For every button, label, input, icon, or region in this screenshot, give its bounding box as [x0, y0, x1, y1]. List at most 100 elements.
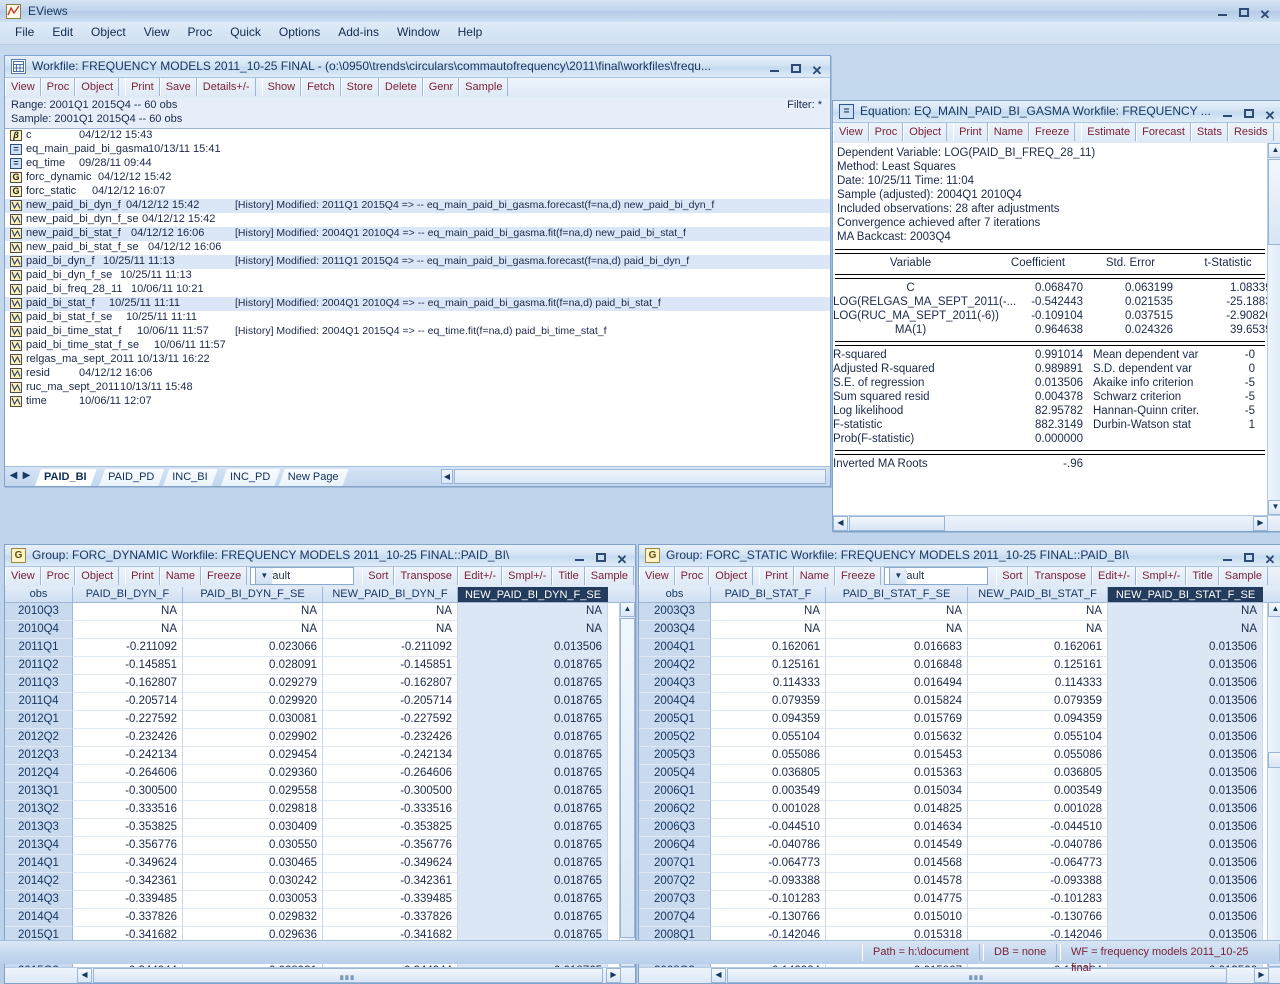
chevron-down-icon[interactable]: ▼: [255, 568, 273, 584]
group-dynamic-obs-cell[interactable]: 2014Q4: [5, 909, 73, 927]
group-static-value-cell[interactable]: 0.001028: [968, 801, 1108, 819]
workfile-page-tabs[interactable]: ◀ ▶ PAID_BI PAID_PD INC_BI INC_PD New Page ◀: [5, 466, 830, 486]
table-row[interactable]: 2012Q3 -0.242134 0.029454 -0.242134 0.018765: [5, 747, 635, 765]
table-row[interactable]: 2004Q3 0.114333 0.016494 0.114333 0.013506: [639, 675, 1280, 693]
workfile-object-row[interactable]: = eq_main_paid_bi_gasma 10/13/11 15:41: [5, 143, 830, 157]
table-row[interactable]: 2012Q4 -0.264606 0.029360 -0.264606 0.018765: [5, 765, 635, 783]
group-static-value-cell[interactable]: 0.015632: [826, 729, 968, 747]
group-static-value-cell[interactable]: 0.014549: [826, 837, 968, 855]
group-static-rows[interactable]: 2003Q3 NA NA NA NA 2003Q4 NA NA NA NA 2004Q1 0.1620…: [639, 603, 1280, 967]
group-static-value-cell[interactable]: 0.125161: [711, 657, 826, 675]
group-static-obs-cell[interactable]: 2003Q4: [639, 621, 711, 639]
group-dynamic-obs-cell[interactable]: 2010Q4: [5, 621, 73, 639]
group-dynamic-value-cell[interactable]: 0.030242: [183, 873, 323, 891]
group-dynamic-view-button[interactable]: View: [5, 567, 41, 585]
group-dynamic-obs-cell[interactable]: 2011Q2: [5, 657, 73, 675]
workfile-fetch-button[interactable]: Fetch: [301, 78, 341, 96]
group-dynamic-value-cell[interactable]: 0.018765: [458, 657, 608, 675]
group-static-print-button[interactable]: Print: [759, 567, 794, 585]
table-row[interactable]: 2005Q3 0.055086 0.015453 0.055086 0.013506: [639, 747, 1280, 765]
group-dynamic-obs-cell[interactable]: 2013Q4: [5, 837, 73, 855]
table-row[interactable]: 2013Q3 -0.353825 0.030409 -0.353825 0.018765: [5, 819, 635, 837]
table-row[interactable]: 2014Q4 -0.337826 0.029832 -0.337826 0.018765: [5, 909, 635, 927]
close-icon[interactable]: ✕: [1256, 8, 1274, 22]
tab-slider-left-icon[interactable]: ◀: [441, 469, 453, 484]
page-tab-inc-pd[interactable]: INC_PD: [221, 469, 280, 486]
group-static-value-cell[interactable]: 0.015034: [826, 783, 968, 801]
table-row[interactable]: 2005Q2 0.055104 0.015632 0.055104 0.013506: [639, 729, 1280, 747]
maximize-icon[interactable]: [1235, 5, 1253, 19]
group-static-value-cell[interactable]: 0.013506: [1108, 891, 1263, 909]
group-dynamic-value-cell[interactable]: 0.030081: [183, 711, 323, 729]
group-dynamic-obs-cell[interactable]: 2011Q4: [5, 693, 73, 711]
group-dynamic-edit--button[interactable]: Edit+/-: [458, 567, 503, 585]
group-dynamic-column-header[interactable]: NEW_PAID_BI_DYN_F_SE: [458, 587, 608, 602]
scroll-thumb[interactable]: [1268, 752, 1280, 768]
workfile-object-row[interactable]: paid_bi_dyn_f 10/25/11 11:13 [History] Mod…: [5, 255, 830, 269]
page-tab-paid-bi[interactable]: PAID_BI: [35, 469, 97, 486]
group-dynamic-value-cell[interactable]: -0.342361: [73, 873, 183, 891]
group-dynamic-value-cell[interactable]: NA: [183, 621, 323, 639]
group-static-window[interactable]: G Group: FORC_STATIC Workfile: FREQUENCY…: [638, 544, 1280, 984]
table-row[interactable]: 2014Q1 -0.349624 0.030465 -0.349624 0.018765: [5, 855, 635, 873]
group-dynamic-obs-cell[interactable]: 2012Q1: [5, 711, 73, 729]
group-dynamic-value-cell[interactable]: -0.145851: [323, 657, 458, 675]
scroll-right-icon[interactable]: ▶: [1253, 516, 1268, 531]
group-dynamic-value-cell[interactable]: -0.232426: [73, 729, 183, 747]
group-static-value-cell[interactable]: 0.036805: [711, 765, 826, 783]
group-dynamic-column-header[interactable]: obs: [5, 587, 73, 602]
scroll-down-icon[interactable]: ▼: [1268, 500, 1280, 515]
group-static-view-button[interactable]: View: [639, 567, 675, 585]
table-row[interactable]: 2014Q2 -0.342361 0.030242 -0.342361 0.018765: [5, 873, 635, 891]
group-static-value-cell[interactable]: 0.003549: [711, 783, 826, 801]
workfile-store-button[interactable]: Store: [340, 78, 379, 96]
equation-freeze-button[interactable]: Freeze: [1029, 123, 1076, 141]
group-static-value-cell[interactable]: 0.094359: [711, 711, 826, 729]
group-dynamic-value-cell[interactable]: -0.242134: [323, 747, 458, 765]
group-dynamic-value-cell[interactable]: 0.018765: [458, 765, 608, 783]
group-dynamic-value-cell[interactable]: 0.018765: [458, 729, 608, 747]
scroll-left-icon[interactable]: ◀: [711, 968, 726, 983]
scroll-up-icon[interactable]: ▲: [620, 602, 635, 617]
group-static-value-cell[interactable]: 0.055104: [711, 729, 826, 747]
group-static-column-header[interactable]: NEW_PAID_BI_STAT_F_SE: [1108, 587, 1263, 602]
group-dynamic-value-cell[interactable]: -0.356776: [323, 837, 458, 855]
page-tab-inc-bi[interactable]: INC_BI: [163, 469, 217, 486]
group-static-freeze-button[interactable]: Freeze: [835, 567, 882, 585]
group-static-value-cell[interactable]: 0.094359: [968, 711, 1108, 729]
group-dynamic-value-cell[interactable]: 0.029558: [183, 783, 323, 801]
tab-slider-track[interactable]: [454, 469, 826, 484]
group-static-value-cell[interactable]: -0.101283: [711, 891, 826, 909]
group-static-obs-cell[interactable]: 2003Q3: [639, 603, 711, 621]
group-static-value-cell[interactable]: -0.044510: [711, 819, 826, 837]
group-dynamic-value-cell[interactable]: 0.030409: [183, 819, 323, 837]
workfile-object-row[interactable]: = eq_time 09/28/11 09:44: [5, 157, 830, 171]
chevron-down-icon[interactable]: ▼: [889, 568, 907, 584]
workfile-object-row[interactable]: paid_bi_stat_f 10/25/11 11:11 [History] Mo…: [5, 297, 830, 311]
group-dynamic-value-cell[interactable]: -0.353825: [323, 819, 458, 837]
group-dynamic-proc-button[interactable]: Proc: [40, 567, 76, 585]
group-dynamic-value-cell[interactable]: -0.333516: [323, 801, 458, 819]
group-dynamic-value-cell[interactable]: 0.018765: [458, 819, 608, 837]
equation-forecast-button[interactable]: Forecast: [1136, 123, 1191, 141]
group-dynamic-value-cell[interactable]: -0.162807: [73, 675, 183, 693]
group-static-value-cell[interactable]: 0.162061: [711, 639, 826, 657]
table-row[interactable]: 2005Q4 0.036805 0.015363 0.036805 0.013506: [639, 765, 1280, 783]
group-static-value-cell[interactable]: -0.044510: [968, 819, 1108, 837]
group-static-obs-cell[interactable]: 2005Q2: [639, 729, 711, 747]
group-dynamic-column-header[interactable]: NEW_PAID_BI_DYN_F: [323, 587, 458, 602]
group-static-value-cell[interactable]: -0.093388: [711, 873, 826, 891]
group-static-obs-cell[interactable]: 2007Q3: [639, 891, 711, 909]
table-row[interactable]: 2006Q4 -0.040786 0.014549 -0.040786 0.013506: [639, 837, 1280, 855]
group-static-value-cell[interactable]: 0.079359: [711, 693, 826, 711]
group-dynamic-value-cell[interactable]: -0.353825: [73, 819, 183, 837]
page-tab-paid-pd[interactable]: PAID_PD: [99, 469, 164, 486]
group-dynamic-smpl--button[interactable]: Smpl+/-: [502, 567, 553, 585]
maximize-icon[interactable]: [592, 550, 610, 564]
tab-scroll-right-icon[interactable]: ▶: [20, 469, 33, 483]
group-static-object-button[interactable]: Object: [709, 567, 754, 585]
group-static-value-cell[interactable]: 0.055086: [968, 747, 1108, 765]
group-static-transpose-button[interactable]: Transpose: [1028, 567, 1093, 585]
group-static-edit--button[interactable]: Edit+/-: [1092, 567, 1137, 585]
group-dynamic-value-cell[interactable]: 0.030053: [183, 891, 323, 909]
